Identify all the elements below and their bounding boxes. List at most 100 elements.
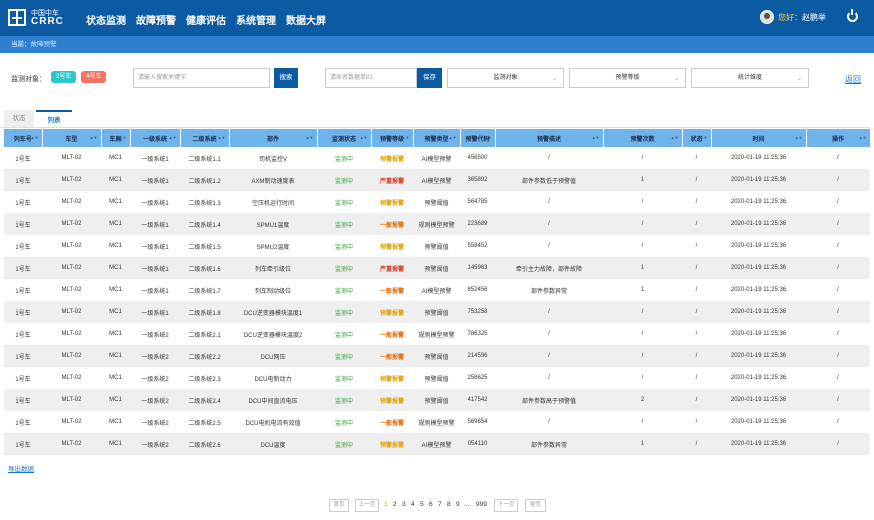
search-button[interactable]: 搜索 — [274, 68, 298, 88]
vehicle-tag-4[interactable]: 4号车 — [81, 71, 107, 83]
cell-text: 一级系统2 — [141, 376, 169, 383]
power-icon[interactable] — [847, 9, 858, 22]
warning-level-badge: 预警报警 — [379, 442, 404, 449]
cell-system-1: 一级系统1 — [130, 235, 180, 257]
tab-list[interactable]: 列表 — [36, 110, 72, 128]
column-header-train-no[interactable]: 列车号 ▲▼ — [4, 129, 43, 147]
page-number[interactable]: 8 — [447, 501, 451, 508]
export-data-link[interactable]: 导出数据 — [8, 463, 34, 473]
table-row[interactable]: 1号车 MLT-02 MC1 一级系统1 二级系统1.7 列车制动级位 监测中 一般报警 AI模… — [4, 279, 870, 301]
sort-icon[interactable]: ▲▼ — [700, 135, 708, 140]
table-row[interactable]: 1号车 MLT-02 MC1 一级系统2 二级系统2.3 DCU电制动力 监测中 预警报警 预警… — [4, 367, 870, 389]
column-header-warning-count[interactable]: 预警次数 ▲▼ — [603, 129, 683, 147]
column-header-warning-code[interactable]: 预警代码 ▲▼ — [460, 129, 496, 147]
column-header-car[interactable]: 车厢 ▲▼ — [101, 129, 131, 147]
warning-level-badge: 一般报警 — [379, 332, 404, 339]
column-header-status[interactable]: 状态 ▲▼ — [682, 129, 712, 147]
table-row[interactable]: 1号车 MLT-02 MC1 一级系统1 二级系统1.8 DCU逆变器模块温度1 监测中 预警… — [4, 301, 870, 323]
column-header-model[interactable]: 车型 ▲▼ — [42, 129, 102, 147]
sort-icon[interactable]: ▲▼ — [592, 135, 600, 140]
cell-action[interactable]: / — [806, 345, 870, 367]
cell-warning-count: / — [603, 301, 682, 323]
user-info[interactable]: 您好：赵鹏举 — [760, 10, 826, 24]
stat-dimension-select[interactable]: 统计维度 ⌄ — [691, 68, 809, 88]
column-header-warning-level[interactable]: 预警等级 ▲▼ — [371, 129, 414, 147]
vehicle-tag-2[interactable]: 2号车 — [51, 71, 77, 83]
cell-action[interactable]: / — [806, 367, 870, 389]
nav-fault-warning[interactable]: 故障预警 — [136, 12, 176, 27]
column-header-time[interactable]: 时间 ▲▼ — [711, 129, 807, 147]
back-link[interactable]: 返回 — [845, 74, 861, 85]
page-number[interactable]: 1 — [384, 501, 388, 508]
table-row[interactable]: 1号车 MLT-02 MC1 一级系统2 二级系统2.2 DCU网压 监测中 一般报警 预警阈值… — [4, 345, 870, 367]
search-input[interactable]: 请输入搜索关键字 — [133, 68, 270, 88]
sort-icon[interactable]: ▲▼ — [360, 135, 368, 140]
page-number[interactable]: 6 — [429, 501, 433, 508]
sort-icon[interactable]: ▲▼ — [31, 135, 39, 140]
cell-action[interactable]: / — [806, 213, 870, 235]
page-number[interactable]: 9 — [456, 501, 460, 508]
cell-action[interactable]: / — [806, 411, 870, 433]
prev-page-button[interactable]: 上一页 — [355, 499, 379, 512]
cell-action[interactable]: / — [806, 279, 870, 301]
page-number[interactable]: 5 — [420, 501, 424, 508]
cell-action[interactable]: / — [806, 147, 870, 169]
table-row[interactable]: 1号车 MLT-02 MC1 一级系统2 二级系统2.1 DCU逆变器模块温度2 监测中 一般… — [4, 323, 870, 345]
cell-action[interactable]: / — [806, 257, 870, 279]
column-header-warning-desc[interactable]: 预警描述 ▲▼ — [495, 129, 604, 147]
save-name-input[interactable]: 请命名数据单01 — [325, 68, 417, 88]
sort-icon[interactable]: ▲▼ — [449, 135, 457, 140]
monitor-target-select[interactable]: 监测对象 ⌄ — [447, 68, 564, 88]
last-page-button[interactable]: 尾页 — [525, 499, 546, 512]
nav-data-screen[interactable]: 数据大屏 — [286, 12, 326, 27]
sort-icon[interactable]: ▲▼ — [484, 135, 492, 140]
table-row[interactable]: 1号车 MLT-02 MC1 一级系统1 二级系统1.6 列车牵引级位 监测中 严重报警 预警阈… — [4, 257, 870, 279]
sort-icon[interactable]: ▲▼ — [306, 135, 314, 140]
sort-icon[interactable]: ▲▼ — [402, 135, 410, 140]
cell-action[interactable]: / — [806, 301, 870, 323]
avatar[interactable] — [760, 10, 774, 24]
cell-action[interactable]: / — [806, 433, 870, 455]
save-button[interactable]: 保存 — [417, 68, 442, 88]
column-header-system-2[interactable]: 二级系统 ▲▼ — [180, 129, 230, 147]
tab-status[interactable]: 状态 — [4, 110, 34, 128]
sort-icon[interactable]: ▲▼ — [169, 135, 177, 140]
next-page-button[interactable]: 下一页 — [494, 499, 518, 512]
nav-health-assessment[interactable]: 健康评估 — [186, 12, 226, 27]
table-row[interactable]: 1号车 MLT-02 MC1 一级系统2 二级系统2.5 DCU电机电流有效值 监测中 一般报… — [4, 411, 870, 433]
sort-icon[interactable]: ▲▼ — [119, 135, 127, 140]
sort-icon[interactable]: ▲▼ — [671, 135, 679, 140]
nav-system-management[interactable]: 系统管理 — [236, 12, 276, 27]
table-row[interactable]: 1号车 MLT-02 MC1 一级系统1 二级系统1.1 司机监控V 监测中 预警报警 AI模型… — [4, 147, 870, 169]
sort-icon[interactable]: ▲▼ — [218, 135, 226, 140]
page-number[interactable]: 4 — [411, 501, 415, 508]
column-header-system-1[interactable]: 一级系统 ▲▼ — [130, 129, 181, 147]
page-number[interactable]: 7 — [438, 501, 442, 508]
table-row[interactable]: 1号车 MLT-02 MC1 一级系统1 二级系统1.4 SPMU1温度 监测中 一般报警 规则… — [4, 213, 870, 235]
table-row[interactable]: 1号车 MLT-02 MC1 一级系统1 二级系统1.5 SPMU2温度 监测中 预警报警 预警… — [4, 235, 870, 257]
nav-status-monitor[interactable]: 状态监测 — [86, 12, 126, 27]
cell-action[interactable]: / — [806, 169, 870, 191]
table-row[interactable]: 1号车 MLT-02 MC1 一级系统2 二级系统2.6 DCU温度 监测中 预警报警 AI模型… — [4, 433, 870, 455]
column-header-warning-type[interactable]: 预警类型 ▲▼ — [413, 129, 461, 147]
column-header-action[interactable]: 操作 ▲▼ — [806, 129, 871, 147]
sort-icon[interactable]: ▲▼ — [859, 135, 867, 140]
column-header-monitor-status[interactable]: 监测状态 ▲▼ — [317, 129, 372, 147]
sort-icon[interactable]: ▲▼ — [795, 135, 803, 140]
cell-action[interactable]: / — [806, 389, 870, 411]
table-row[interactable]: 1号车 MLT-02 MC1 一级系统2 二级系统2.4 DCU中间直流电压 监测中 预警报警… — [4, 389, 870, 411]
table-row[interactable]: 1号车 MLT-02 MC1 一级系统1 二级系统1.3 空压机运行时间 监测中 预警报警 预警… — [4, 191, 870, 213]
page-number[interactable]: 3 — [402, 501, 406, 508]
cell-action[interactable]: / — [806, 235, 870, 257]
first-page-button[interactable]: 首页 — [329, 499, 349, 512]
page-number[interactable]: 2 — [393, 501, 397, 508]
cell-action[interactable]: / — [806, 323, 870, 345]
warning-level-select[interactable]: 预警等级 ⌄ — [569, 68, 686, 88]
sort-icon[interactable]: ▲▼ — [90, 135, 98, 140]
table-row[interactable]: 1号车 MLT-02 MC1 一级系统1 二级系统1.2 AXM制动速度表 监测中 严重报警 A… — [4, 169, 870, 191]
cell-action[interactable]: / — [806, 191, 870, 213]
page-last-number[interactable]: 999 — [476, 501, 487, 508]
column-header-component[interactable]: 部件 ▲▼ — [229, 129, 318, 147]
monitor-target-label: 监测对象： — [11, 76, 46, 83]
cell-warning-type: 预警阈值 — [413, 367, 460, 389]
